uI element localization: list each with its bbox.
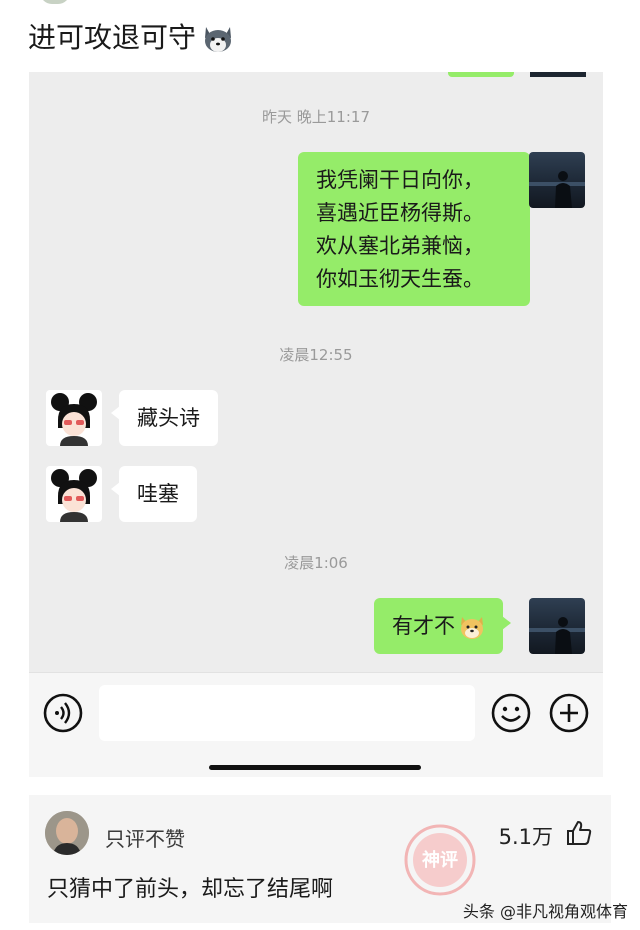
- like-count: 5.1万: [498, 825, 553, 849]
- message-line: 你如玉彻天生蚕。: [316, 267, 484, 291]
- chat-input-bar: [29, 672, 603, 777]
- thumbs-up-icon[interactable]: [565, 819, 593, 847]
- previous-message-bubble: [448, 72, 514, 77]
- comment-text: 只猜中了前头，却忘了结尾啊: [47, 877, 334, 902]
- chat-window: 昨天 晚上11:17 我凭阑干日向你， 喜遇近臣杨得斯。 欢从塞北弟兼恼， 你如…: [29, 72, 603, 672]
- commenter-avatar[interactable]: [45, 811, 89, 855]
- timestamp: 昨天 晚上11:17: [262, 108, 370, 126]
- message-input[interactable]: [99, 685, 475, 741]
- silhouette-icon: [529, 171, 585, 208]
- friend-avatar[interactable]: [46, 466, 102, 522]
- commenter-name[interactable]: 只评不赞: [105, 823, 185, 852]
- message-bubble-sent[interactable]: 我凭阑干日向你， 喜遇近臣杨得斯。 欢从塞北弟兼恼， 你如玉彻天生蚕。: [298, 152, 538, 306]
- emoji-icon[interactable]: [491, 693, 531, 733]
- message-bubble-received[interactable]: 藏头诗: [111, 390, 218, 446]
- my-avatar[interactable]: [529, 152, 585, 208]
- post-title-text: 进可攻退可守: [28, 21, 197, 54]
- person-photo-icon: [45, 811, 89, 855]
- message-bubble-sent[interactable]: 有才不: [374, 598, 511, 654]
- message-text: 藏头诗: [137, 406, 200, 430]
- poster-avatar-partial: [40, 0, 70, 4]
- timestamp: 凌晨1:06: [284, 554, 348, 572]
- post-title: 进可攻退可守: [28, 18, 234, 58]
- doge-emoji-icon: [461, 617, 483, 639]
- cartoon-girl-icon: [51, 393, 97, 446]
- message-bubble-received[interactable]: 哇塞: [111, 466, 197, 522]
- my-avatar[interactable]: [529, 598, 585, 654]
- home-indicator: [209, 765, 421, 770]
- timestamp: 凌晨12:55: [279, 346, 353, 364]
- previous-message-avatar: [530, 72, 586, 77]
- silhouette-icon: [529, 617, 585, 654]
- husky-emoji-icon: [205, 27, 232, 52]
- message-text: 哇塞: [137, 482, 179, 506]
- stamp-text: 神评: [422, 849, 458, 871]
- cartoon-girl-icon: [51, 469, 97, 522]
- message-line: 我凭阑干日向你，: [316, 168, 484, 192]
- message-text: 有才不: [392, 614, 455, 638]
- voice-icon[interactable]: [43, 693, 83, 733]
- message-line: 喜遇近臣杨得斯。: [316, 201, 484, 225]
- message-line: 欢从塞北弟兼恼，: [316, 234, 484, 258]
- plus-icon[interactable]: [549, 693, 589, 733]
- source-watermark: 头条 @非凡视角观体育: [462, 902, 628, 921]
- god-comment-stamp: 神评: [404, 824, 476, 896]
- friend-avatar[interactable]: [46, 390, 102, 446]
